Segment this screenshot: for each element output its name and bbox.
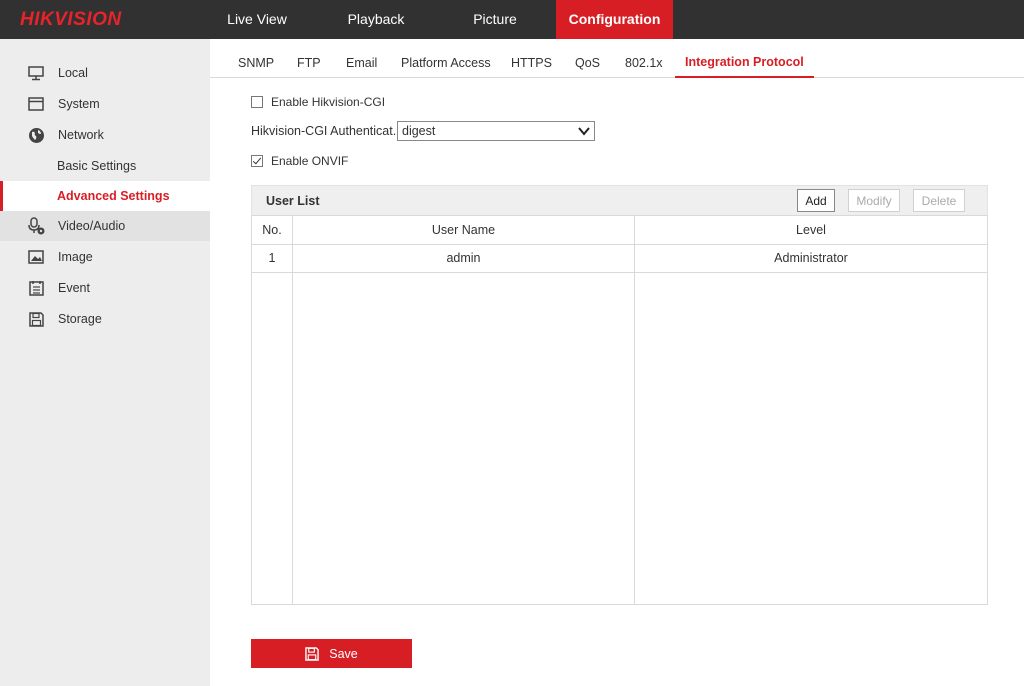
sidebar-item-label: Local: [58, 66, 88, 80]
tab-email[interactable]: Email: [346, 39, 377, 78]
floppy-icon: [27, 310, 45, 328]
column-header-user-name: User Name: [431, 223, 496, 237]
sidebar-item-label: Video/Audio: [58, 219, 126, 233]
enable-onvif-checkbox[interactable]: [251, 155, 263, 167]
user-list-header: User List Add Modify Delete: [251, 185, 988, 215]
tab-snmp[interactable]: SNMP: [238, 39, 274, 78]
enable-onvif-label: Enable ONVIF: [271, 154, 349, 168]
sidebar-item-label: Image: [58, 250, 93, 264]
sidebar-item-basic-settings[interactable]: Basic Settings: [0, 151, 210, 181]
sidebar: Local System Network Basic Settings Adva…: [0, 39, 210, 686]
globe-icon: [27, 126, 45, 144]
chevron-down-icon: [577, 124, 591, 138]
cgi-authentication-label: Hikvision-CGI Authenticat...: [251, 124, 397, 138]
tab-https[interactable]: HTTPS: [511, 39, 552, 78]
enable-hikvision-cgi-row[interactable]: Enable Hikvision-CGI: [251, 94, 385, 110]
sidebar-item-label: Basic Settings: [57, 159, 137, 173]
nav-live-view[interactable]: Live View: [210, 0, 304, 39]
monitor-icon: [27, 64, 45, 82]
nav-configuration[interactable]: Configuration: [556, 0, 673, 39]
sidebar-item-advanced-settings[interactable]: Advanced Settings: [0, 181, 210, 211]
microphone-camera-icon: [27, 217, 45, 235]
list-icon: [27, 279, 45, 297]
save-button-label: Save: [329, 646, 358, 661]
row-no-cell: 1: [268, 251, 276, 265]
enable-onvif-row[interactable]: Enable ONVIF: [251, 153, 348, 169]
sidebar-item-label: Network: [58, 128, 104, 142]
sidebar-item-label: System: [58, 97, 100, 111]
tab-qos[interactable]: QoS: [575, 39, 600, 78]
column-header-level: Level: [796, 223, 826, 237]
tab-platform-access[interactable]: Platform Access: [401, 39, 491, 78]
sidebar-item-label: Advanced Settings: [57, 189, 170, 203]
tab-integration-protocol[interactable]: Integration Protocol: [675, 39, 814, 78]
sidebar-item-image[interactable]: Image: [0, 242, 210, 272]
save-button[interactable]: Save: [251, 639, 412, 668]
enable-hikvision-cgi-label: Enable Hikvision-CGI: [271, 95, 386, 109]
sidebar-item-local[interactable]: Local: [0, 58, 210, 88]
row-level-cell: Administrator: [774, 251, 848, 265]
sidebar-item-video-audio[interactable]: Video/Audio: [0, 211, 210, 241]
cgi-authentication-value: digest: [402, 124, 436, 138]
row-divider: [252, 272, 987, 273]
image-icon: [27, 248, 45, 266]
enable-hikvision-cgi-checkbox[interactable]: [251, 96, 263, 108]
sidebar-item-label: Event: [58, 281, 90, 295]
sub-tabs: SNMP FTP Email Platform Access HTTPS QoS…: [210, 39, 1024, 78]
nav-playback[interactable]: Playback: [329, 0, 423, 39]
modify-user-button[interactable]: Modify: [848, 189, 900, 212]
sidebar-item-label: Storage: [58, 312, 102, 326]
sidebar-item-event[interactable]: Event: [0, 273, 210, 303]
top-navigation-bar: HIKVISION Live View Playback Picture Con…: [0, 0, 1024, 39]
cgi-authentication-select[interactable]: digest: [397, 121, 595, 141]
user-list-table: No. User Name Level 1 admin Administrato…: [251, 215, 988, 605]
brand-logo: HIKVISION: [20, 9, 122, 30]
delete-user-button[interactable]: Delete: [913, 189, 965, 212]
tab-802-1x[interactable]: 802.1x: [625, 39, 663, 78]
add-user-button[interactable]: Add: [797, 189, 835, 212]
floppy-icon: [305, 646, 320, 661]
tab-ftp[interactable]: FTP: [297, 39, 321, 78]
sidebar-item-network[interactable]: Network: [0, 120, 210, 150]
user-list-title: User List: [266, 194, 320, 208]
column-divider: [292, 216, 293, 604]
sidebar-item-system[interactable]: System: [0, 89, 210, 119]
sidebar-item-storage[interactable]: Storage: [0, 304, 210, 334]
column-header-no: No.: [262, 223, 282, 237]
row-user-name-cell: admin: [446, 251, 481, 265]
nav-picture[interactable]: Picture: [448, 0, 542, 39]
column-divider: [634, 216, 635, 604]
window-icon: [27, 95, 45, 113]
